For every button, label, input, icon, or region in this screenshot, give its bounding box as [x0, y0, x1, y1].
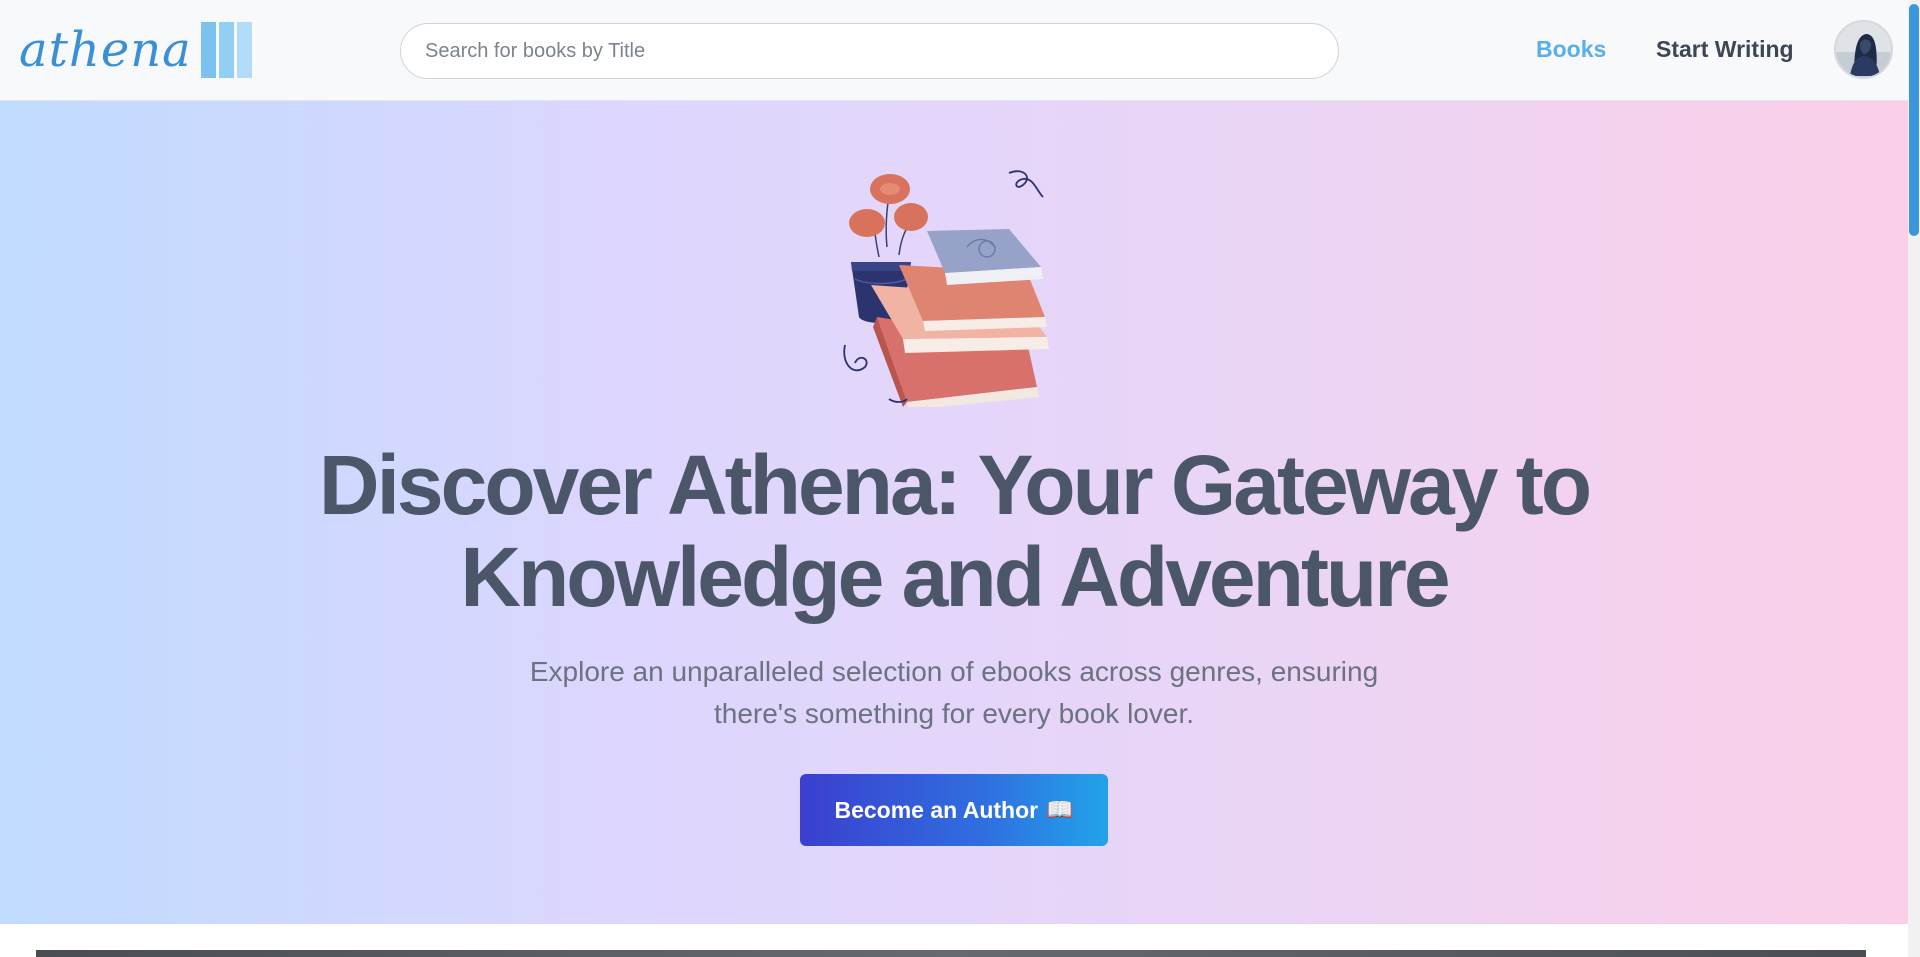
user-avatar[interactable] — [1834, 20, 1893, 79]
top-navbar: athena Books Start Writing — [0, 0, 1908, 101]
cta-label: Become an Author — [834, 796, 1039, 823]
hero-subtitle-line-2: there's something for every book lover. — [713, 698, 1195, 729]
books-logo-icon — [200, 22, 252, 78]
hero-headline-line-1: Discover Athena: Your Gateway to — [318, 438, 1592, 532]
brand-logo[interactable]: athena — [19, 19, 252, 81]
search-input[interactable] — [400, 23, 1339, 79]
hero-headline-line-2: Knowledge and Adventure — [460, 530, 1450, 624]
avatar-image — [1836, 22, 1891, 77]
brand-name: athena — [19, 22, 192, 78]
section-divider — [36, 950, 1866, 957]
next-section-edge — [0, 924, 1908, 957]
hero-section: Discover Athena: Your Gateway to Knowled… — [0, 101, 1908, 924]
nav-link-start-writing[interactable]: Start Writing — [1656, 36, 1794, 63]
hero-subtitle-line-1: Explore an unparalleled selection of ebo… — [529, 656, 1379, 687]
hero-headline: Discover Athena: Your Gateway to Knowled… — [0, 439, 1908, 623]
nav-link-books[interactable]: Books — [1536, 36, 1606, 63]
book-stack-with-plant-illustration — [843, 170, 1049, 407]
become-an-author-button[interactable]: Become an Author 📖 — [800, 774, 1108, 846]
hero-subtitle: Explore an unparalleled selection of ebo… — [0, 651, 1908, 735]
scrollbar-thumb[interactable] — [1909, 4, 1919, 236]
open-book-icon: 📖 — [1046, 797, 1074, 822]
